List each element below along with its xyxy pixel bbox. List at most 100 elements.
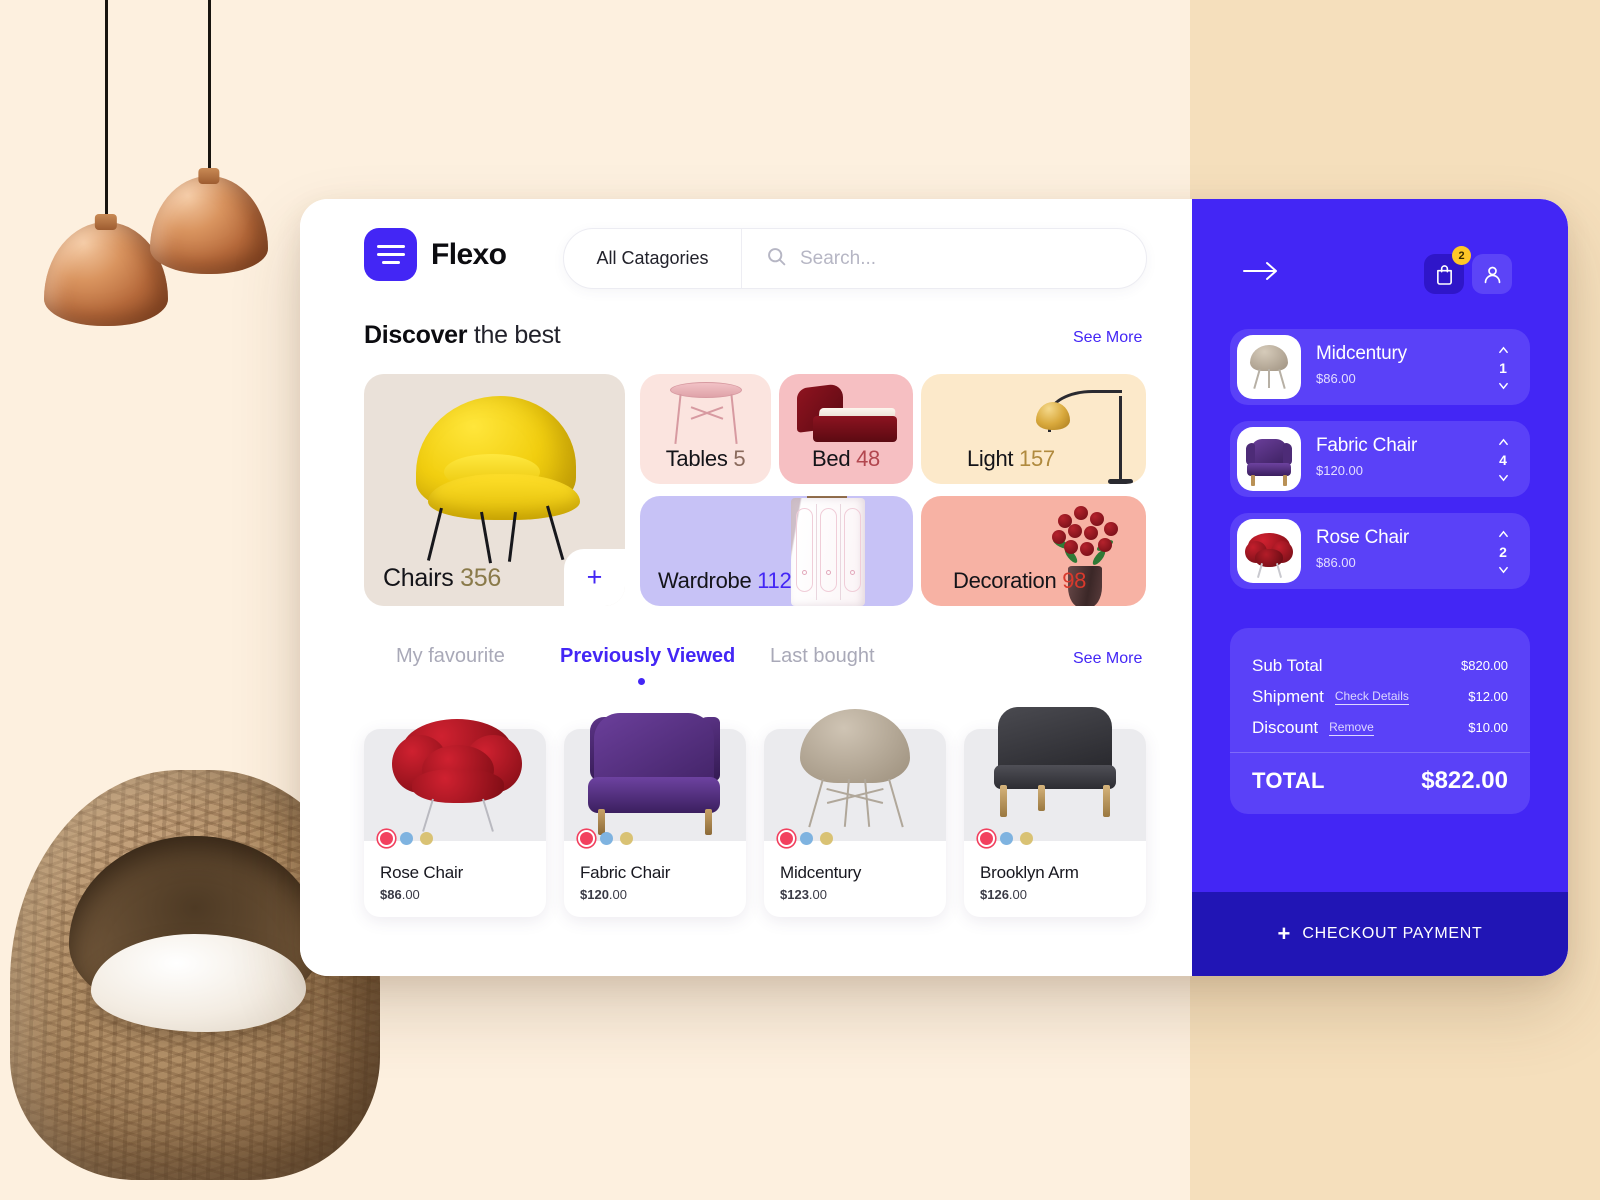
remove-discount-link[interactable]: Remove — [1329, 720, 1374, 736]
swatch-color-2[interactable] — [800, 832, 813, 845]
user-avatar-button[interactable] — [1472, 254, 1512, 294]
product-name: Fabric Chair — [580, 863, 671, 882]
category-card-bed[interactable]: Bed 48 — [779, 374, 913, 484]
swatch-color-2[interactable] — [600, 832, 613, 845]
summary-value: $10.00 — [1468, 720, 1508, 735]
price-cents: .00 — [608, 887, 627, 902]
color-swatches[interactable] — [580, 832, 633, 845]
yellow-chair-image — [394, 396, 594, 566]
product-grid: Rose Chair $86.00 Fabric Chair $120.00 M… — [364, 707, 1146, 919]
arrow-right-icon[interactable] — [1242, 260, 1282, 294]
price-main: $86 — [380, 887, 402, 902]
summary-value: $820.00 — [1461, 658, 1508, 673]
category-card-chairs[interactable]: Chairs 356 + — [364, 374, 625, 606]
chevron-down-icon — [1498, 474, 1508, 482]
price-cents: .00 — [808, 887, 827, 902]
swatch-color-1[interactable] — [780, 832, 793, 845]
chevron-down-icon — [1498, 382, 1508, 390]
cart-item[interactable]: Fabric Chair $120.00 4 — [1230, 421, 1530, 497]
brooklyn-arm-chair-image — [964, 683, 1146, 841]
category-card-tables[interactable]: Tables 5 — [640, 374, 771, 484]
tab-last-bought[interactable]: Last bought — [770, 645, 875, 668]
summary-label: Sub Total — [1252, 655, 1323, 675]
hamburger-logo-icon[interactable] — [364, 228, 417, 281]
swatch-color-1[interactable] — [380, 832, 393, 845]
products-see-more-link[interactable]: See More — [1073, 650, 1142, 668]
side-table-image — [670, 382, 742, 448]
swatch-color-3[interactable] — [1020, 832, 1033, 845]
cart-item-list: Midcentury $86.00 1 Fabric Chair $120.00… — [1230, 329, 1530, 605]
category-label-bed: Bed 48 — [812, 446, 880, 472]
color-swatches[interactable] — [380, 832, 433, 845]
category-count: 48 — [856, 446, 880, 471]
cart-item-name: Rose Chair — [1316, 527, 1410, 548]
cart-item[interactable]: Rose Chair $86.00 2 — [1230, 513, 1530, 589]
summary-row-discount: Discount Remove $10.00 — [1252, 712, 1508, 743]
product-name: Midcentury — [780, 863, 862, 882]
checkout-label: CHECKOUT PAYMENT — [1302, 925, 1483, 942]
product-card-rose-chair[interactable]: Rose Chair $86.00 — [364, 719, 546, 917]
category-name: Chairs — [383, 564, 454, 592]
total-value: $822.00 — [1421, 767, 1508, 794]
product-price: $86.00 — [380, 887, 420, 902]
color-swatches[interactable] — [980, 832, 1033, 845]
category-label-decoration: Decoration 98 — [953, 568, 1086, 594]
cart-item-thumbnail — [1237, 519, 1301, 583]
category-name: Bed — [812, 446, 851, 471]
plus-icon: + — [586, 562, 603, 592]
summary-label: Discount — [1252, 717, 1319, 737]
brand-name: Flexo — [431, 237, 507, 271]
swatch-color-3[interactable] — [420, 832, 433, 845]
swatch-color-2[interactable] — [400, 832, 413, 845]
swatch-color-2[interactable] — [1000, 832, 1013, 845]
cart-item-thumbnail — [1237, 427, 1301, 491]
cart-item-price: $86.00 — [1316, 555, 1356, 570]
search-bar: All Catagories — [563, 228, 1147, 289]
category-card-wardrobe[interactable]: Wardrobe 112 — [640, 496, 913, 606]
swatch-color-1[interactable] — [980, 832, 993, 845]
cart-item[interactable]: Midcentury $86.00 1 — [1230, 329, 1530, 405]
product-price: $126.00 — [980, 887, 1027, 902]
chevron-up-icon — [1498, 346, 1508, 354]
category-card-decoration[interactable]: Decoration 98 — [921, 496, 1146, 606]
quantity-stepper[interactable]: 2 — [1492, 529, 1514, 575]
plus-icon: + — [1277, 921, 1291, 946]
category-select[interactable]: All Catagories — [564, 229, 742, 288]
category-label-light: Light 157 — [967, 446, 1055, 472]
cart-item-qty: 1 — [1499, 360, 1507, 376]
swatch-color-1[interactable] — [580, 832, 593, 845]
product-card-fabric-chair[interactable]: Fabric Chair $120.00 — [564, 713, 746, 917]
price-main: $123 — [780, 887, 809, 902]
cart-item-qty: 2 — [1499, 544, 1507, 560]
wardrobe-image — [785, 496, 870, 606]
tab-my-favourite[interactable]: My favourite — [396, 645, 505, 668]
discover-heading-rest: the best — [467, 321, 561, 349]
discover-see-more-link[interactable]: See More — [1073, 329, 1142, 347]
bed-image — [797, 383, 897, 448]
tab-previously-viewed[interactable]: Previously Viewed — [560, 645, 735, 668]
summary-value: $12.00 — [1468, 689, 1508, 704]
summary-row-shipment: Shipment Check Details $12.00 — [1252, 681, 1508, 712]
app-window: Flexo All Catagories Discover the best S… — [300, 199, 1568, 976]
product-card-midcentury[interactable]: Midcentury $123.00 — [764, 709, 946, 917]
add-category-button[interactable]: + — [564, 549, 625, 606]
total-label: TOTAL — [1252, 768, 1325, 793]
swatch-color-3[interactable] — [820, 832, 833, 845]
search-icon — [766, 246, 787, 272]
price-main: $126 — [980, 887, 1009, 902]
search-input[interactable] — [800, 247, 1146, 270]
quantity-stepper[interactable]: 4 — [1492, 437, 1514, 483]
quantity-stepper[interactable]: 1 — [1492, 345, 1514, 391]
check-details-link[interactable]: Check Details — [1334, 689, 1409, 705]
shopping-bag-button[interactable]: 2 — [1424, 246, 1471, 294]
product-card-brooklyn-arm[interactable]: Brooklyn Arm $126.00 — [964, 707, 1146, 917]
color-swatches[interactable] — [780, 832, 833, 845]
summary-divider — [1230, 752, 1530, 753]
cart-item-price: $120.00 — [1316, 463, 1363, 478]
category-card-light[interactable]: Light 157 — [921, 374, 1146, 484]
checkout-payment-button[interactable]: + CHECKOUT PAYMENT — [1192, 892, 1568, 976]
category-label-chairs: Chairs 356 — [383, 564, 501, 593]
price-cents: .00 — [401, 887, 420, 902]
swatch-color-3[interactable] — [620, 832, 633, 845]
category-count: 157 — [1019, 446, 1055, 471]
